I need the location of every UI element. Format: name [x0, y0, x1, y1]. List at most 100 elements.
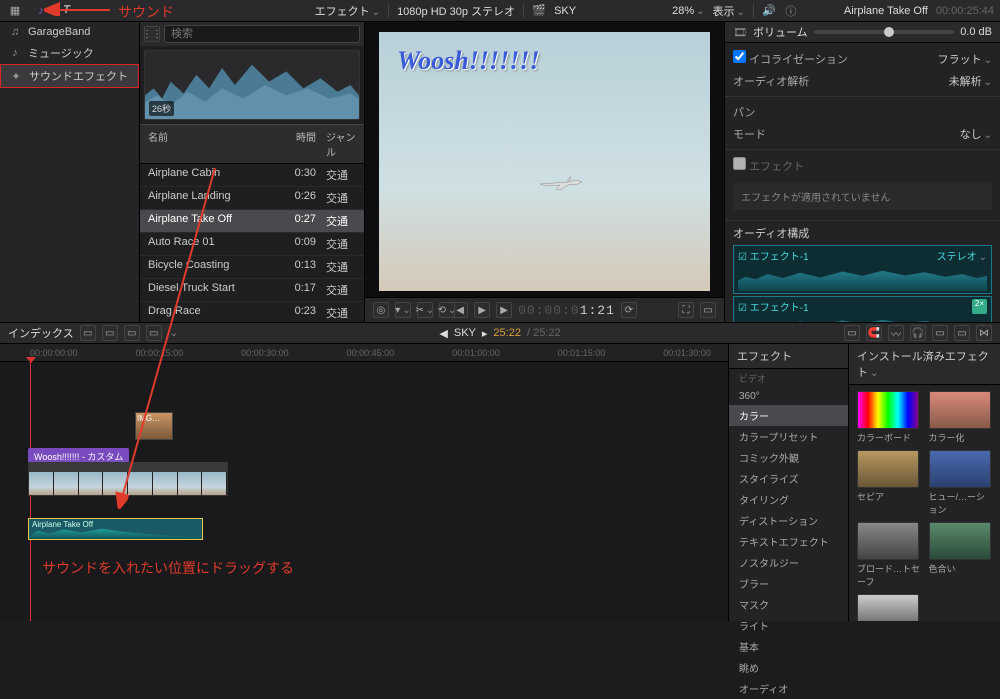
fx-category[interactable]: 基本 — [729, 636, 848, 657]
range-icon[interactable]: ▭ — [124, 325, 140, 341]
music-note-icon: ♪ — [8, 46, 22, 60]
track-row[interactable]: Bicycle Coasting0:13交通 — [140, 256, 364, 279]
track-row[interactable]: Drag Race0:23交通 — [140, 302, 364, 322]
zoom-value[interactable]: 28% — [672, 5, 704, 17]
eq-checkbox[interactable] — [733, 50, 746, 63]
sidebar-item-music[interactable]: ♪ ミュージック — [0, 42, 139, 64]
fx-thumb-item[interactable]: カラーボード — [857, 391, 921, 444]
clip-primary-video[interactable]: IMG_4514 — [28, 462, 228, 496]
timeline-panel[interactable]: 00:00:00:0000:00:15:0000:00:30:0000:00:4… — [0, 344, 729, 621]
col-genre[interactable]: ジャンル — [322, 129, 364, 159]
display-dropdown[interactable]: 表示 — [713, 3, 745, 19]
fx-category[interactable]: コミック外観 — [729, 447, 848, 468]
volume-value: 0.0 dB — [960, 26, 992, 38]
fx-thumb-item[interactable]: ヒュー/…ーション — [929, 450, 993, 516]
viewer-canvas[interactable]: Woosh!!!!!!! — [379, 32, 710, 291]
fx-thumb-item[interactable]: 白黒 — [857, 594, 921, 621]
fx-category[interactable]: テキストエフェクト — [729, 531, 848, 552]
fx-icon: ✦ — [9, 69, 23, 83]
ruler-tick: 00:01:15:00 — [558, 348, 606, 358]
blade-icon[interactable]: ▭ — [146, 325, 162, 341]
sidebar-item-garageband[interactable]: ♫ GarageBand — [0, 22, 139, 42]
fx-category[interactable]: ブラー — [729, 573, 848, 594]
search-row: ⋮⋮ — [140, 22, 364, 46]
timeline-project[interactable]: SKY — [454, 327, 476, 339]
fx-thumb-item[interactable]: カラー化 — [929, 391, 993, 444]
bottom-workspace: 00:00:00:0000:00:15:0000:00:30:0000:00:4… — [0, 344, 1000, 621]
retime-icon[interactable]: ⟲ — [439, 302, 455, 318]
audio-skim-icon[interactable]: ▭ — [932, 325, 948, 341]
fx-category[interactable]: カラープリセット — [729, 426, 848, 447]
fx-category[interactable]: カラー — [729, 405, 848, 426]
effects-browser-icon[interactable]: ▭ — [954, 325, 970, 341]
audio-analysis-value[interactable]: 未解析 — [949, 73, 992, 89]
filter-button[interactable]: ⋮⋮ — [144, 26, 160, 42]
audio-comp-label: オーディオ構成 — [733, 225, 992, 241]
fx-category[interactable]: マスク — [729, 594, 848, 615]
play-button[interactable]: ▶ — [474, 302, 490, 318]
track-row[interactable]: Airplane Cabin0:30交通 — [140, 164, 364, 187]
clip-connected-thumb[interactable]: IMG… — [135, 412, 173, 440]
clip-appearance-icon[interactable]: ▭ — [844, 325, 860, 341]
view-options-icon[interactable]: ▾ — [395, 302, 411, 318]
fx-thumb-item[interactable]: セピア — [857, 450, 921, 516]
track-row[interactable]: Diesel Truck Start0:17交通 — [140, 279, 364, 302]
index-button[interactable]: インデックス — [8, 325, 74, 341]
sidebar-item-label: サウンドエフェクト — [29, 68, 128, 84]
fx-category[interactable]: スタイライズ — [729, 468, 848, 489]
tools-icon[interactable]: ✂ — [417, 302, 433, 318]
mode-value[interactable]: なし — [960, 126, 992, 142]
layout-icon[interactable]: ▭ — [700, 302, 716, 318]
fx-category[interactable]: ライト — [729, 615, 848, 636]
fx-thumb-item[interactable]: 色合い — [929, 522, 993, 588]
track-row[interactable]: Airplane Landing0:26交通 — [140, 187, 364, 210]
clapper-icon[interactable]: 🎬 — [532, 4, 546, 18]
music-note-icon[interactable]: ♪ — [32, 2, 50, 20]
sidebar-item-label: ミュージック — [28, 45, 94, 61]
upper-workspace: ♫ GarageBand ♪ ミュージック ✦ サウンドエフェクト ⋮⋮ 26秒… — [0, 22, 1000, 322]
track-row[interactable]: Airplane Take Off0:27交通 — [140, 210, 364, 233]
timeline-ruler[interactable]: 00:00:00:0000:00:15:0000:00:30:0000:00:4… — [0, 344, 728, 362]
sound-browser: ⋮⋮ 26秒 名前 時間 ジャンル Airplane Cabin0:30交通Ai… — [140, 22, 365, 322]
effects-thumbnails: インストール済みエフェクト カラーボードカラー化セピアヒュー/…ーションブロード… — [849, 344, 1000, 621]
fx-category[interactable]: オーディオ — [729, 678, 848, 699]
library-icon[interactable]: ▦ — [6, 2, 24, 20]
skimming-icon[interactable]: 〰 — [888, 325, 904, 341]
fx-category[interactable]: 眺め — [729, 657, 848, 678]
clip-audio-airplane[interactable]: Airplane Take Off — [28, 518, 203, 540]
transitions-icon[interactable]: ⋈ — [976, 325, 992, 341]
effects-dropdown[interactable]: エフェクト — [315, 3, 380, 19]
fx-category[interactable]: 360° — [729, 388, 848, 405]
speaker-icon[interactable]: 🔊 — [762, 4, 776, 18]
film-icon[interactable]: 🎞 — [733, 25, 747, 39]
sidebar-item-sound-effects[interactable]: ✦ サウンドエフェクト — [0, 64, 139, 88]
solo-icon[interactable]: 🎧 — [910, 325, 926, 341]
position-icon[interactable]: ▭ — [102, 325, 118, 341]
eq-value[interactable]: フラット — [938, 51, 992, 67]
format-text: 1080p HD 30p ステレオ — [397, 3, 515, 19]
col-name[interactable]: 名前 — [140, 129, 278, 159]
tracks-area[interactable]: IMG… Woosh!!!!!!! - カスタム IMG_4514 Airpla… — [0, 362, 728, 621]
loop-icon[interactable]: ⟳ — [621, 302, 637, 318]
effects-checkbox — [733, 157, 746, 170]
fx-category[interactable]: タイリング — [729, 489, 848, 510]
audio-component-1[interactable]: ☑ エフェクト-1 ステレオ — [733, 245, 992, 294]
audio-preview-thumb[interactable]: 26秒 — [144, 50, 360, 120]
pan-label: パン — [733, 104, 756, 120]
titles-icon[interactable]: 𝑻 — [58, 2, 76, 20]
fx-category[interactable]: ディストーション — [729, 510, 848, 531]
scope-icon[interactable]: ◎ — [373, 302, 389, 318]
fx-category[interactable]: ノスタルジー — [729, 552, 848, 573]
info-icon[interactable]: ⓘ — [784, 4, 798, 18]
trim-icon[interactable]: ▭ — [80, 325, 96, 341]
volume-slider[interactable] — [814, 30, 955, 34]
fullscreen-icon[interactable]: ⛶ — [678, 302, 694, 318]
col-time[interactable]: 時間 — [278, 129, 322, 159]
next-button[interactable]: ▶ — [496, 302, 512, 318]
ruler-tick: 00:00:00:00 — [30, 348, 78, 358]
fx-thumb-item[interactable]: ブロード…トセーフ — [857, 522, 921, 588]
snapping-icon[interactable]: 🧲 — [866, 325, 882, 341]
track-row[interactable]: Auto Race 010:09交通 — [140, 233, 364, 256]
search-input[interactable] — [164, 25, 360, 43]
installed-effects-label[interactable]: インストール済みエフェクト — [857, 348, 992, 380]
